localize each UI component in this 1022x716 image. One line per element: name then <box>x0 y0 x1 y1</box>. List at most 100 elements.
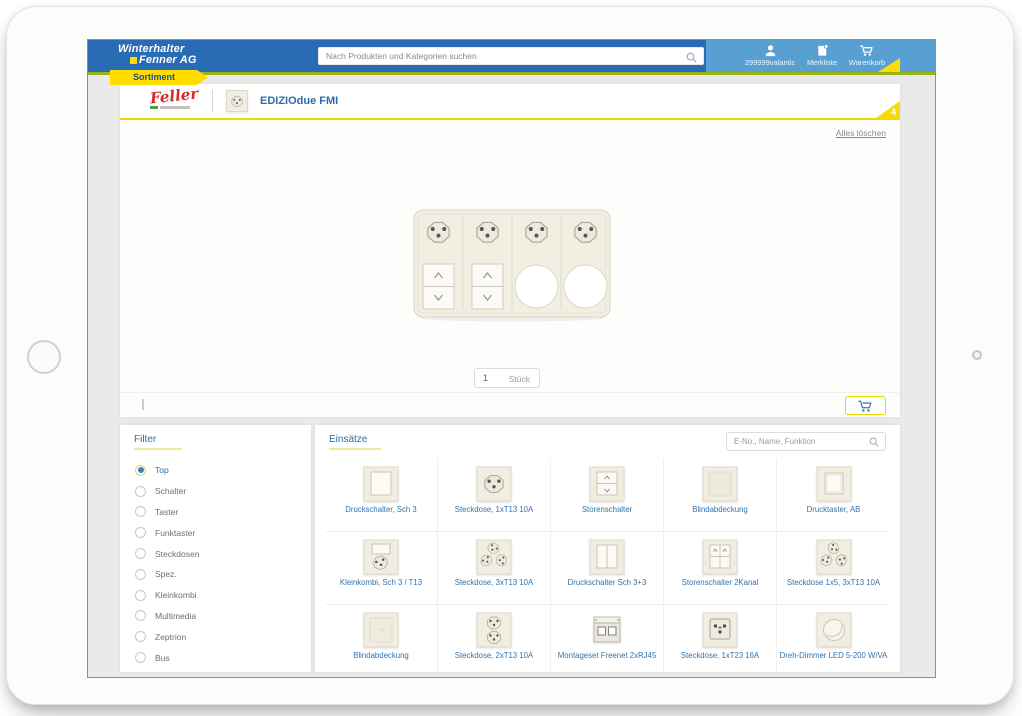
quantity-control: Stück <box>474 368 540 388</box>
filter-option-kleinkombi[interactable]: Kleinkombi <box>135 585 305 606</box>
logo-line2: Fenner AG <box>139 54 197 66</box>
filter-option-zeptrion[interactable]: Zeptrion <box>135 626 305 647</box>
product-tile[interactable]: Kleinkombi, Sch 3 / T13 <box>325 532 438 605</box>
product-tile[interactable]: Drucktaster, AB <box>777 459 890 532</box>
divider <box>120 392 900 393</box>
product-label: Steckdose 1x5, 3xT13 10A <box>786 578 881 587</box>
socket-triple-icon <box>816 539 851 575</box>
feller-logo-text: Feller <box>149 84 200 108</box>
page-title: EDIZIOdue FMI <box>260 95 339 107</box>
merkliste-label: Merkliste <box>806 58 837 67</box>
page-header: Feller EDIZIOdue FMI 4 <box>120 84 900 118</box>
product-label: Blindabdeckung <box>692 505 748 514</box>
add-to-cart-button[interactable] <box>845 396 886 415</box>
radio-button[interactable] <box>135 527 146 539</box>
search-icon[interactable] <box>868 436 880 448</box>
product-tile[interactable]: Steckdose, 3xT13 10A <box>438 532 551 605</box>
radio-button[interactable] <box>135 610 146 622</box>
warenkorb-button[interactable]: Warenkorb <box>836 43 898 71</box>
einsaetze-search <box>726 432 886 451</box>
product-label: Drucktaster, AB <box>806 505 861 514</box>
search-icon[interactable] <box>685 51 698 64</box>
combo-switch-socket-icon <box>363 539 399 575</box>
global-search-input[interactable] <box>326 48 681 64</box>
product-label: Druckschalter Sch 3+3 <box>567 578 647 587</box>
product-tile[interactable]: Druckschalter, Sch 3 <box>325 459 438 532</box>
product-label: Montageset Freenet 2xRJ45 <box>557 651 657 660</box>
count-badge-value: 4 <box>890 107 896 117</box>
einsaetze-search-input[interactable] <box>734 434 862 449</box>
product-label: Kleinkombi, Sch 3 / T13 <box>339 578 423 587</box>
filter-option-bus[interactable]: Bus <box>135 647 305 668</box>
filter-option-fremdfab[interactable]: Fremdfab. <box>135 668 305 672</box>
filter-option-schalter[interactable]: Schalter <box>135 481 305 502</box>
push-button-icon <box>816 466 851 502</box>
filter-option-taster[interactable]: Taster <box>135 502 305 523</box>
cart-icon <box>836 43 898 57</box>
home-button[interactable] <box>27 340 61 374</box>
filter-panel: Filter Top Schalter Taster Funktaster St… <box>120 425 311 672</box>
radio-button[interactable] <box>135 652 146 664</box>
radio-button[interactable] <box>135 589 146 601</box>
cart-icon <box>858 400 872 412</box>
product-label: Steckdose, 2xT13 10A <box>454 651 534 660</box>
filter-heading: Filter <box>134 434 157 445</box>
filter-option-multimedia[interactable]: Multimedia <box>135 606 305 627</box>
product-thumbnail-icon <box>226 90 248 112</box>
blank-cover-icon <box>363 612 399 648</box>
screenshot-canvas: Winterhalter Fenner AG 299999valantic <box>0 0 1022 716</box>
logo-yellow-square <box>130 57 137 64</box>
product-tile[interactable]: Steckdose, 2xT13 10A <box>438 605 551 672</box>
einsaetze-heading: Einsätze <box>329 434 368 445</box>
count-badge-triangle <box>876 101 900 118</box>
product-label: Blindabdeckung <box>353 651 409 660</box>
product-label: Druckschalter, Sch 3 <box>345 505 417 514</box>
blank-cover-icon <box>702 466 738 502</box>
product-grid: Druckschalter, Sch 3 Steckdose, 1xT13 10… <box>325 459 890 672</box>
einsaetze-panel: Einsätze Druckschalter, Sch 3 Steckdose,… <box>315 425 900 672</box>
account-label: 299999valantic <box>744 58 796 67</box>
radio-button[interactable] <box>135 548 146 560</box>
product-tile[interactable]: Storenschalter 2Kanal <box>664 532 777 605</box>
product-tile[interactable]: Blindabdeckung <box>325 605 438 672</box>
socket-double-icon <box>476 612 512 648</box>
blind-switch-2channel-icon <box>702 539 738 575</box>
quantity-unit-label: Stück <box>508 373 530 384</box>
screen: Winterhalter Fenner AG 299999valantic <box>87 39 936 678</box>
product-label: Steckdose, 1xT13 10A <box>454 505 534 514</box>
blind-switch-icon <box>589 466 625 502</box>
radio-button[interactable] <box>135 464 146 476</box>
filter-option-top[interactable]: Top <box>135 460 305 481</box>
filter-options-list: Top Schalter Taster Funktaster Steckdose… <box>135 460 305 672</box>
product-tile[interactable]: Steckdose 1x5, 3xT13 10A <box>777 532 890 605</box>
product-tile[interactable]: Storenschalter <box>551 459 664 532</box>
rotary-dimmer-icon <box>816 612 851 648</box>
configured-product-image <box>413 209 611 322</box>
divider <box>212 90 213 112</box>
filter-option-funktaster[interactable]: Funktaster <box>135 522 305 543</box>
product-tile[interactable]: Montageset Freenet 2xRJ45 <box>551 605 664 672</box>
configurator-panel: Alles löschen 1 Stück <box>120 120 900 417</box>
radio-button[interactable] <box>135 568 146 580</box>
filter-option-spez[interactable]: Spez. <box>135 564 305 585</box>
radio-button[interactable] <box>135 485 146 497</box>
product-label: Dreh-Dimmer LED 5-200 W/VA <box>779 651 888 660</box>
filter-option-steckdosen[interactable]: Steckdosen <box>135 543 305 564</box>
product-label: Steckdose, 1xT23 16A <box>680 651 760 660</box>
global-search <box>318 47 704 65</box>
product-tile[interactable]: Blindabdeckung <box>664 459 777 532</box>
radio-button[interactable] <box>135 506 146 518</box>
quantity-input[interactable] <box>483 371 505 385</box>
product-tile[interactable]: Druckschalter Sch 3+3 <box>551 532 664 605</box>
radio-button[interactable] <box>135 631 146 643</box>
rj45-module-icon <box>593 616 621 643</box>
product-label: Storenschalter 2Kanal <box>681 578 759 587</box>
winterhalter-fenner-logo[interactable]: Winterhalter Fenner AG <box>118 44 197 66</box>
product-tile[interactable]: Dreh-Dimmer LED 5-200 W/VA <box>777 605 890 672</box>
tab-sortiment[interactable]: Sortiment <box>110 70 208 85</box>
front-camera <box>972 350 982 360</box>
product-tile[interactable]: Steckdose, 1xT23 16A <box>664 605 777 672</box>
product-tile[interactable]: Steckdose, 1xT13 10A <box>438 459 551 532</box>
heading-underline <box>134 448 182 450</box>
clear-all-link[interactable]: Alles löschen <box>836 128 886 138</box>
